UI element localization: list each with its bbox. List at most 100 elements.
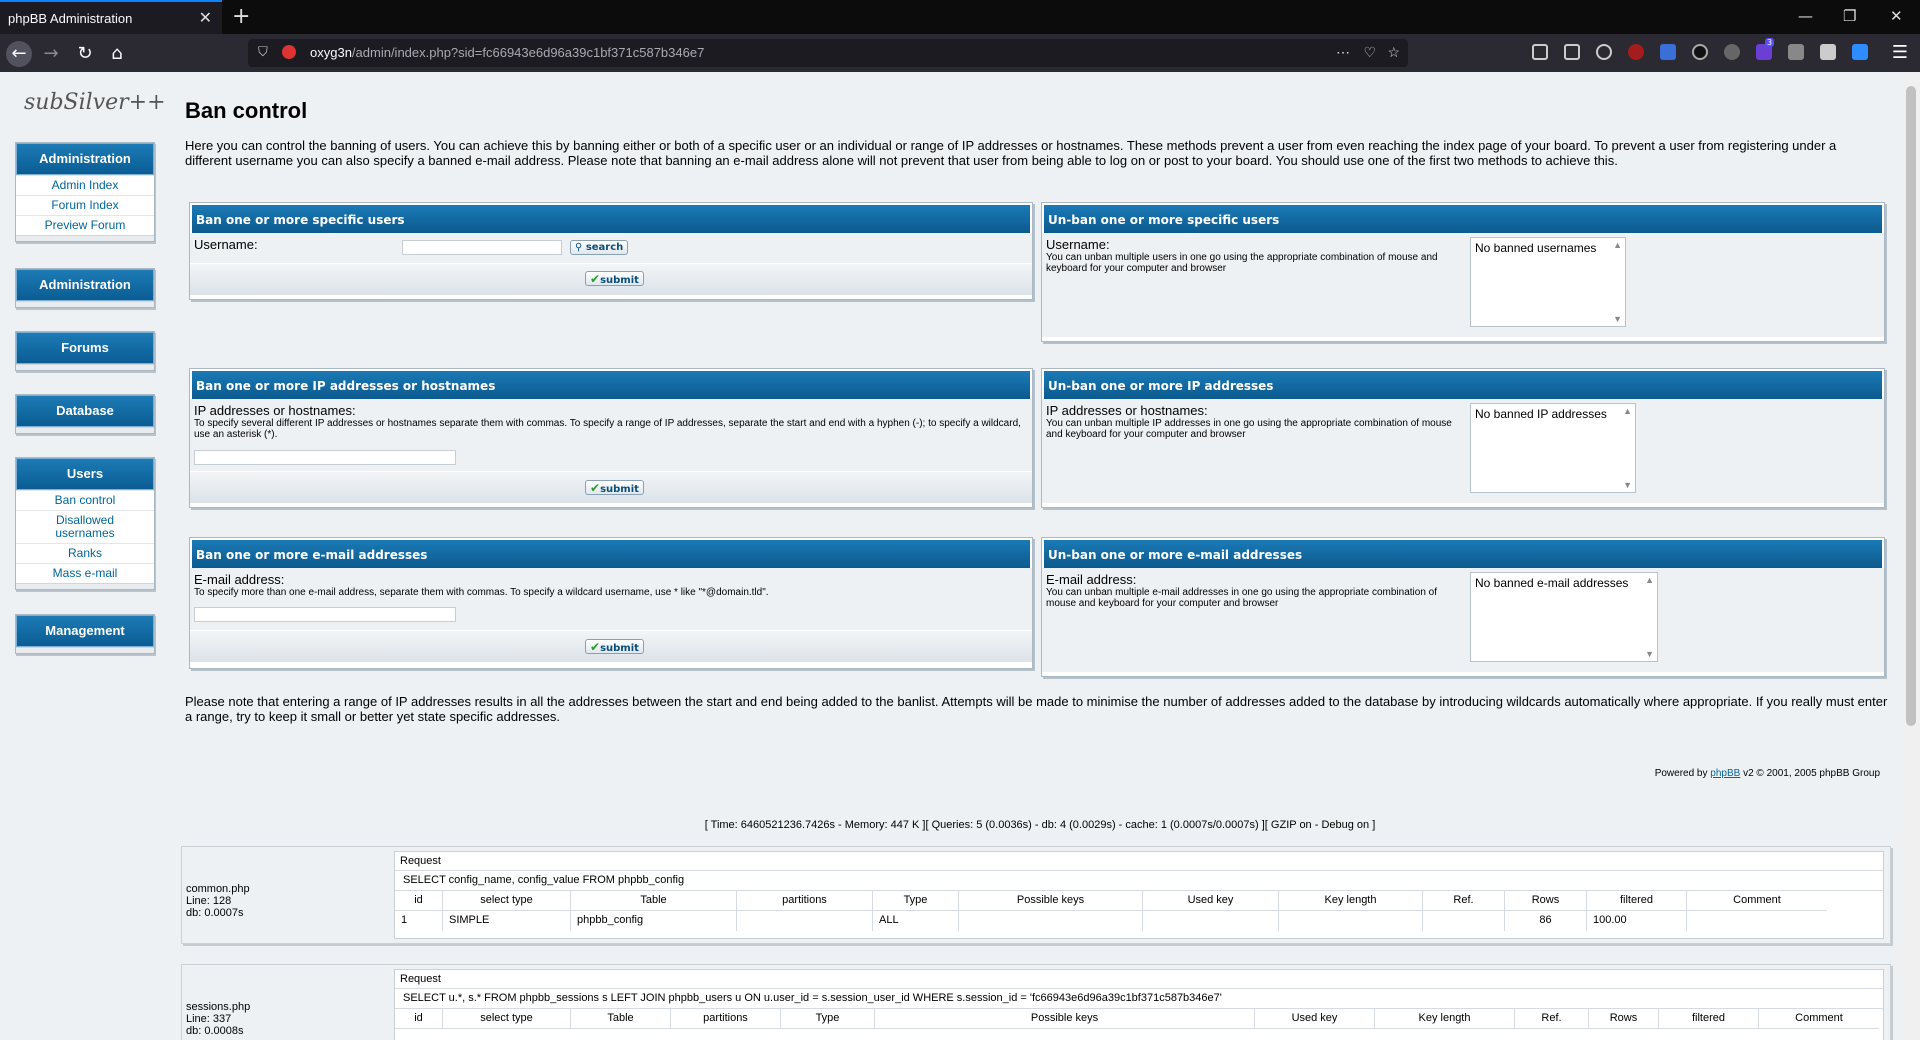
panel-title: Un-ban one or more e-mail addresses xyxy=(1042,538,1884,568)
url-path: /admin/index.php?sid=fc66943e6d96a39c1bf… xyxy=(351,45,705,60)
scrollbar-thumb[interactable] xyxy=(1906,86,1916,726)
query-source: sessions.php Line: 337 db: 0.0008s xyxy=(186,1001,250,1037)
submit-ban-user-button[interactable]: ✔submit xyxy=(585,271,644,286)
forward-icon[interactable]: → xyxy=(38,41,64,67)
back-icon[interactable]: ← xyxy=(6,41,32,67)
page-scrollbar[interactable] xyxy=(1902,72,1920,1040)
ublock-icon[interactable] xyxy=(1628,44,1644,60)
extension-list-icon[interactable] xyxy=(1660,44,1676,60)
page-content: subSilver++ Administration Admin Index F… xyxy=(0,72,1902,1040)
pocket-icon[interactable]: ♡ xyxy=(1363,44,1376,61)
page-actions-icon[interactable]: ⋯ xyxy=(1336,44,1350,61)
extension-gauge-icon[interactable] xyxy=(1724,44,1740,60)
col-possible-keys: Possible keys xyxy=(875,1009,1255,1029)
scroll-up-icon[interactable]: ▲ xyxy=(1645,575,1654,585)
menu-item-admin-index[interactable]: Admin Index xyxy=(16,175,154,195)
account-icon[interactable] xyxy=(1596,44,1612,60)
email-input[interactable] xyxy=(194,607,456,622)
col-rows: Rows xyxy=(1505,891,1587,911)
insecure-lock-icon[interactable] xyxy=(282,45,296,59)
url-bar[interactable]: ⛉ oxyg3n/admin/index.php?sid=fc66943e6d9… xyxy=(248,39,1408,67)
minimize-icon[interactable]: — xyxy=(1798,7,1813,25)
menu-item-mass-email[interactable]: Mass e-mail xyxy=(16,563,154,583)
extension-badge-icon[interactable]: 3 xyxy=(1756,38,1775,60)
shield-icon[interactable]: ⛉ xyxy=(258,44,268,60)
browser-tab[interactable]: phpBB Administration ✕ xyxy=(0,0,222,34)
cell-rows: 86 xyxy=(1505,911,1587,931)
query-file: sessions.php xyxy=(186,1001,251,1013)
menu-item-disallowed-usernames[interactable]: Disallowed usernames xyxy=(16,510,154,543)
ip-input[interactable] xyxy=(194,450,456,465)
search-button[interactable]: ⚲ search xyxy=(570,240,629,255)
menu-item-ranks[interactable]: Ranks xyxy=(16,543,154,563)
panel-footer: ✔submit xyxy=(190,630,1032,662)
menu-group-forums: Forums xyxy=(15,331,155,371)
submit-label: submit xyxy=(600,643,639,654)
query-db-time: db: 0.0007s xyxy=(186,907,244,919)
menu-group-title[interactable]: Users xyxy=(16,458,154,490)
scroll-up-icon[interactable]: ▲ xyxy=(1623,406,1632,416)
menu-item-forum-index[interactable]: Forum Index xyxy=(16,195,154,215)
query-sql: SELECT config_name, config_value FROM ph… xyxy=(395,871,1883,891)
new-tab-icon[interactable]: + xyxy=(232,4,250,29)
menu-group-title[interactable]: Forums xyxy=(16,332,154,364)
menu-item-preview-forum[interactable]: Preview Forum xyxy=(16,215,154,235)
scroll-up-icon[interactable]: ▲ xyxy=(1613,240,1622,250)
nav-bar: ← → ↻ ⌂ ⛉ oxyg3n/admin/index.php?sid=fc6… xyxy=(0,34,1920,72)
menu-group-administration-2: Administration xyxy=(15,268,155,308)
reload-icon[interactable]: ↻ xyxy=(72,41,98,67)
unban-email-row: E-mail address: You can unban multiple e… xyxy=(1042,568,1884,672)
cell-filtered: 100.00 xyxy=(1587,911,1687,931)
phpbb-link[interactable]: phpBB xyxy=(1710,768,1740,779)
scroll-down-icon[interactable]: ▼ xyxy=(1613,314,1622,324)
submit-ban-ip-button[interactable]: ✔submit xyxy=(585,480,644,495)
banned-emails-list[interactable]: No banned e-mail addresses ▲ ▼ xyxy=(1470,572,1658,662)
menu-group-administration: Administration Admin Index Forum Index P… xyxy=(15,142,155,242)
unban-users-panel: Un-ban one or more specific users Userna… xyxy=(1041,202,1885,342)
query-detail: Request SELECT u.*, s.* FROM phpbb_sessi… xyxy=(394,969,1884,1040)
username-row: Username: ⚲ search xyxy=(190,233,1032,263)
intro-text: Here you can control the banning of user… xyxy=(185,138,1837,168)
scroll-down-icon[interactable]: ▼ xyxy=(1623,480,1632,490)
bookmark-star-icon[interactable]: ☆ xyxy=(1387,44,1400,61)
banned-ips-list[interactable]: No banned IP addresses ▲ ▼ xyxy=(1470,403,1636,493)
ban-ip-panel: Ban one or more IP addresses or hostname… xyxy=(189,368,1033,508)
powered-pre: Powered by xyxy=(1654,768,1711,779)
menu-group-title[interactable]: Administration xyxy=(16,143,154,175)
explain-data-row: 1 SIMPLE phpbb_config ALL 86 100.00 xyxy=(395,911,1883,931)
username-input[interactable] xyxy=(402,240,562,255)
banned-usernames-list[interactable]: No banned usernames ▲ ▼ xyxy=(1470,237,1626,327)
unban-ip-help: You can unban multiple IP addresses in o… xyxy=(1046,418,1452,440)
unban-ip-label: IP addresses or hostnames: xyxy=(1046,403,1208,418)
scroll-down-icon[interactable]: ▼ xyxy=(1645,649,1654,659)
unban-email-help: You can unban multiple e-mail addresses … xyxy=(1046,587,1437,609)
zoom-extension-icon[interactable] xyxy=(1852,44,1868,60)
menu-group-footer xyxy=(16,301,154,307)
restore-icon[interactable]: ❐ xyxy=(1843,7,1856,25)
col-used-key: Used key xyxy=(1143,891,1279,911)
menu-group-title[interactable]: Database xyxy=(16,395,154,427)
menu-group-title[interactable]: Management xyxy=(16,615,154,647)
unban-username-label: Username: xyxy=(1046,237,1110,252)
menu-item-ban-control[interactable]: Ban control xyxy=(16,490,154,510)
menu-group-footer xyxy=(16,235,154,241)
menu-group-title[interactable]: Administration xyxy=(16,269,154,301)
library-icon[interactable] xyxy=(1532,44,1548,60)
query-debug-block: common.php Line: 128 db: 0.0007s Request… xyxy=(181,846,1891,944)
panel-footer: ✔submit xyxy=(190,263,1032,295)
panel-title: Ban one or more e-mail addresses xyxy=(190,538,1032,568)
close-window-icon[interactable]: ✕ xyxy=(1890,7,1903,25)
close-tab-icon[interactable]: ✕ xyxy=(199,8,212,28)
extension-eye-icon[interactable] xyxy=(1692,44,1708,60)
unban-ip-row: IP addresses or hostnames: You can unban… xyxy=(1042,399,1884,503)
sidebar-toggle-icon[interactable] xyxy=(1564,44,1580,60)
empty-list-text: No banned usernames xyxy=(1475,241,1597,255)
submit-ban-email-button[interactable]: ✔submit xyxy=(585,639,644,654)
menu-group-footer xyxy=(16,583,154,589)
extension-folder-icon[interactable] xyxy=(1788,44,1804,60)
extension-puzzle-icon[interactable] xyxy=(1820,44,1836,60)
home-icon[interactable]: ⌂ xyxy=(104,41,130,67)
col-ref: Ref. xyxy=(1515,1009,1589,1029)
browser-chrome: phpBB Administration ✕ + — ❐ ✕ ← → ↻ ⌂ ⛉… xyxy=(0,0,1920,72)
menu-icon[interactable]: ☰ xyxy=(1887,40,1913,66)
